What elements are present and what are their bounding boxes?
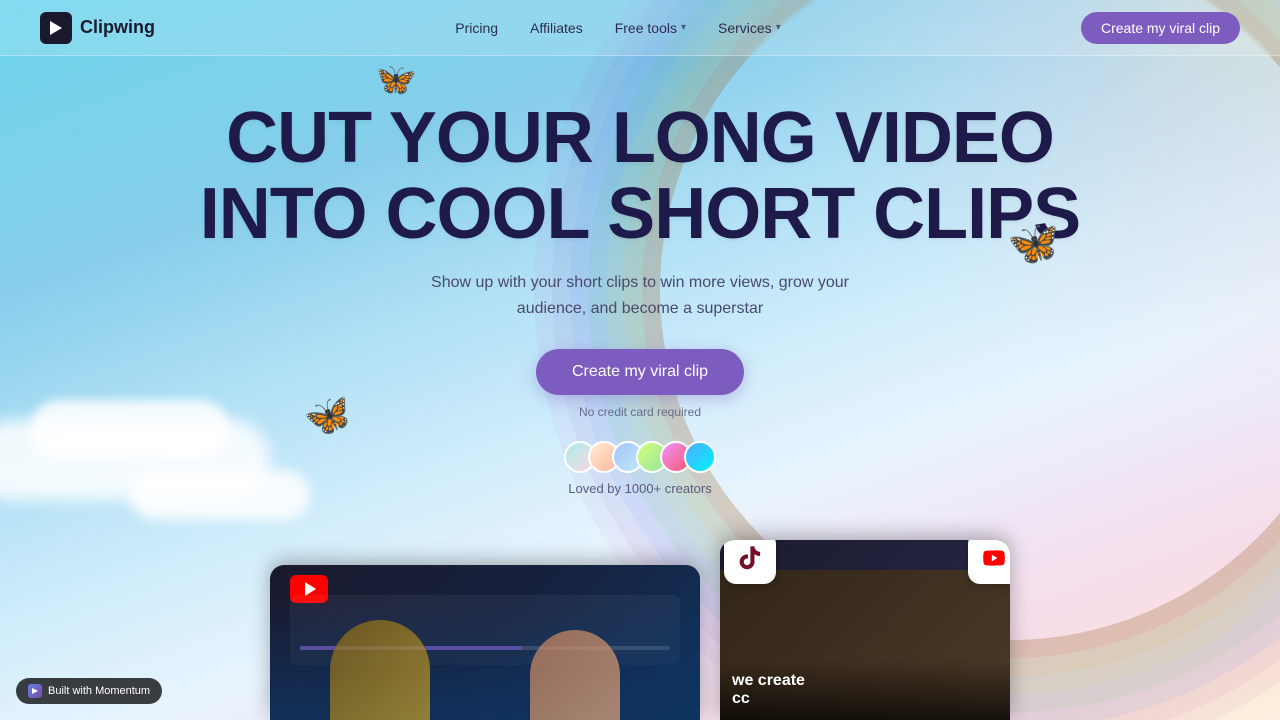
avatar [684, 441, 716, 473]
youtube-play-icon [305, 582, 316, 596]
momentum-badge: Built with Momentum [16, 678, 162, 704]
face-left [330, 620, 430, 720]
logo-icon [40, 12, 72, 44]
hero-title-line1: CUT YOUR LONG VIDEO [226, 98, 1054, 178]
right-card-content: we createcc [720, 660, 1010, 720]
youtube-shorts-icon [981, 545, 1007, 571]
preview-section: we createcc [0, 540, 1280, 720]
services-label: Services [718, 20, 772, 36]
youtube-shorts-badge [968, 540, 1010, 584]
momentum-logo [31, 687, 39, 695]
hero-subtitle: Show up with your short clips to win mor… [0, 270, 1280, 321]
tiktok-badge [724, 540, 776, 584]
cc-label: we createcc [732, 672, 998, 708]
butterfly-decoration-2: 🦋 [1006, 218, 1062, 271]
nav-link-pricing[interactable]: Pricing [443, 14, 510, 42]
nav-link-free-tools[interactable]: Free tools ▾ [603, 14, 698, 42]
video-faces [270, 600, 700, 720]
nav-logo[interactable]: Clipwing [40, 12, 155, 44]
loved-by-text: Loved by 1000+ creators [568, 481, 711, 496]
video-card-right: we createcc [720, 540, 1010, 720]
nav-link-services[interactable]: Services ▾ [706, 14, 793, 42]
avatars-row [564, 441, 716, 473]
nav-cta-button[interactable]: Create my viral clip [1081, 12, 1240, 44]
tiktok-icon [736, 544, 764, 572]
no-credit-card-note: No credit card required [0, 405, 1280, 419]
momentum-icon [28, 684, 42, 698]
face-right [530, 630, 620, 720]
chevron-down-icon-services: ▾ [776, 22, 781, 33]
free-tools-label: Free tools [615, 20, 677, 36]
nav-links: Pricing Affiliates Free tools ▾ Services… [443, 14, 792, 42]
avatars-section: Loved by 1000+ creators [0, 441, 1280, 496]
logo-svg [46, 18, 66, 38]
navbar: Clipwing Pricing Affiliates Free tools ▾… [0, 0, 1280, 56]
momentum-label: Built with Momentum [48, 685, 150, 697]
video-card-left [270, 565, 700, 720]
hero-section: CUT YOUR LONG VIDEO INTO COOL SHORT CLIP… [0, 56, 1280, 496]
hero-title-line2: INTO COOL SHORT CLIPS [200, 174, 1080, 254]
chevron-down-icon: ▾ [681, 22, 686, 33]
hero-cta-button[interactable]: Create my viral clip [536, 349, 744, 395]
brand-name: Clipwing [80, 17, 155, 38]
nav-link-affiliates[interactable]: Affiliates [518, 14, 595, 42]
hero-title: CUT YOUR LONG VIDEO INTO COOL SHORT CLIP… [0, 101, 1280, 252]
